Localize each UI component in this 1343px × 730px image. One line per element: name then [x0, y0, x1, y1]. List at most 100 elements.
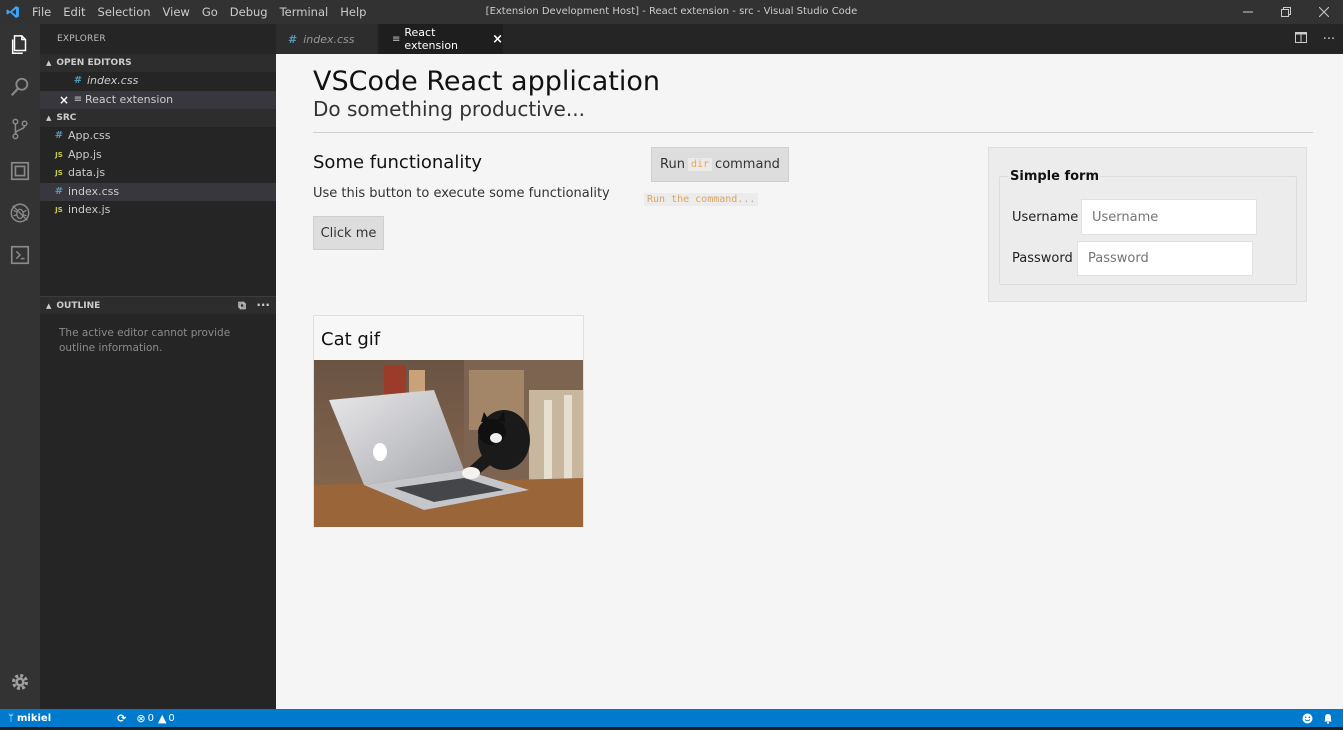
branch-indicator[interactable]: ᛘ mikiel — [0, 709, 56, 727]
tab-index-css[interactable]: # index.css — [276, 24, 377, 54]
sync-button[interactable]: ⟳ — [112, 709, 131, 727]
branch-name: mikiel — [17, 712, 52, 724]
explorer-sidebar: EXPLORER ▲ OPEN EDITORS # index.css × ≡ … — [40, 24, 276, 709]
page-subtitle: Do something productive... — [313, 97, 585, 121]
run-command-button[interactable]: Run dir command — [651, 147, 789, 182]
page-title: VSCode React application — [313, 66, 660, 97]
outline-label: OUTLINE — [56, 300, 101, 311]
git-branch-icon: ᛘ — [8, 712, 14, 724]
feedback-icon[interactable] — [1297, 709, 1318, 727]
close-icon[interactable]: × — [492, 32, 503, 47]
warning-icon: ▲ — [157, 711, 167, 725]
more-actions-icon[interactable]: ··· — [256, 296, 270, 314]
error-count: 0 — [147, 712, 154, 724]
split-editor-icon[interactable] — [1287, 31, 1315, 47]
file-label: index.css — [68, 184, 120, 198]
password-input[interactable] — [1077, 241, 1253, 276]
open-editors-label: OPEN EDITORS — [56, 58, 132, 68]
vscode-logo-icon — [0, 0, 26, 24]
menu-file[interactable]: File — [26, 0, 57, 24]
chevron-down-icon: ▲ — [46, 114, 52, 122]
file-item-app-js[interactable]: JS App.js — [40, 146, 276, 165]
debug-icon[interactable] — [0, 192, 40, 234]
run-output: Run the command... — [644, 193, 759, 206]
tab-label: React extension — [404, 26, 459, 52]
restore-icon[interactable] — [1267, 0, 1305, 24]
click-me-button[interactable]: Click me — [313, 216, 384, 250]
problems-indicator[interactable]: ⊗ 0 ▲ 0 — [131, 709, 179, 727]
title-bar: File Edit Selection View Go Debug Termin… — [0, 0, 1343, 24]
error-icon: ⊗ — [136, 711, 146, 725]
terminal-panel-icon[interactable] — [0, 234, 40, 276]
outline-header[interactable]: ▲ OUTLINE ⧉ ··· — [40, 296, 276, 314]
open-editor-item-index-css[interactable]: # index.css — [40, 72, 276, 91]
src-folder-label: SRC — [56, 113, 77, 123]
src-folder-header[interactable]: ▲ SRC — [40, 109, 276, 127]
explorer-icon[interactable] — [0, 24, 40, 66]
file-label: App.css — [68, 129, 111, 142]
outline-message: The active editor cannot provide outline… — [59, 327, 231, 354]
simple-form-panel: Simple form Username Password — [988, 147, 1307, 302]
form-legend: Simple form — [1009, 169, 1101, 184]
cat-gif-card: Cat gif — [313, 315, 584, 527]
file-label: data.js — [68, 166, 106, 179]
open-editor-label: React extension — [85, 92, 174, 106]
more-actions-icon[interactable]: ··· — [1315, 32, 1343, 47]
sidebar-title: EXPLORER — [57, 34, 106, 44]
extensions-icon[interactable] — [0, 150, 40, 192]
menu-bar: File Edit Selection View Go Debug Termin… — [26, 0, 372, 24]
tab-label: index.css — [303, 32, 355, 46]
functionality-title: Some functionality — [313, 152, 483, 173]
cat-gif-image — [314, 360, 583, 527]
minimize-icon[interactable] — [1229, 0, 1267, 24]
menu-selection[interactable]: Selection — [92, 0, 157, 24]
warning-count: 0 — [168, 712, 175, 724]
css-file-icon: # — [288, 32, 298, 46]
menu-debug[interactable]: Debug — [224, 0, 274, 24]
open-editor-label: index.css — [87, 74, 139, 87]
status-bar: ᛘ mikiel ⟳ ⊗ 0 ▲ 0 — [0, 709, 1343, 727]
card-title: Cat gif — [321, 329, 381, 350]
css-file-icon: # — [54, 185, 64, 197]
file-item-app-css[interactable]: # App.css — [40, 127, 276, 146]
menu-go[interactable]: Go — [196, 0, 224, 24]
username-label: Username — [1012, 210, 1079, 225]
file-item-index-css[interactable]: # index.css — [40, 182, 276, 201]
sync-icon: ⟳ — [117, 711, 127, 725]
close-icon[interactable]: × — [57, 91, 71, 110]
editor-actions: ··· — [1287, 24, 1343, 54]
command-code: dir — [687, 158, 713, 171]
search-icon[interactable] — [0, 66, 40, 108]
react-webview: VSCode React application Do something pr… — [276, 54, 1343, 709]
chevron-down-icon: ▲ — [46, 301, 52, 310]
css-file-icon: # — [73, 75, 83, 86]
preview-icon: ≡ — [73, 93, 83, 105]
file-label: App.js — [68, 147, 102, 161]
js-file-icon: JS — [55, 150, 63, 159]
menu-view[interactable]: View — [157, 0, 196, 24]
file-item-index-js[interactable]: JS index.js — [40, 201, 276, 220]
password-label: Password — [1012, 251, 1073, 266]
open-editors-header[interactable]: ▲ OPEN EDITORS — [40, 54, 276, 72]
file-item-data-js[interactable]: JS data.js — [40, 164, 276, 183]
css-file-icon: # — [54, 130, 64, 141]
collapse-all-icon[interactable]: ⧉ — [238, 297, 246, 315]
bell-icon[interactable] — [1318, 709, 1343, 727]
gear-icon[interactable] — [0, 661, 40, 703]
open-editor-item-react-extension[interactable]: × ≡ React extension — [40, 90, 276, 110]
editor-tab-bar: # index.css ≡ React extension × ··· — [276, 24, 1343, 54]
divider — [313, 132, 1313, 133]
run-suffix: command — [715, 157, 780, 172]
menu-terminal[interactable]: Terminal — [274, 0, 335, 24]
file-label: index.js — [68, 203, 111, 216]
source-control-icon[interactable] — [0, 108, 40, 150]
menu-help[interactable]: Help — [334, 0, 372, 24]
menu-edit[interactable]: Edit — [57, 0, 91, 24]
tab-react-extension[interactable]: ≡ React extension × — [379, 24, 503, 54]
close-window-icon[interactable] — [1305, 0, 1343, 24]
activity-bar — [0, 24, 40, 709]
js-file-icon: JS — [55, 169, 63, 177]
chevron-down-icon: ▲ — [46, 59, 52, 67]
username-input[interactable] — [1081, 199, 1257, 235]
window-controls — [1229, 0, 1343, 24]
